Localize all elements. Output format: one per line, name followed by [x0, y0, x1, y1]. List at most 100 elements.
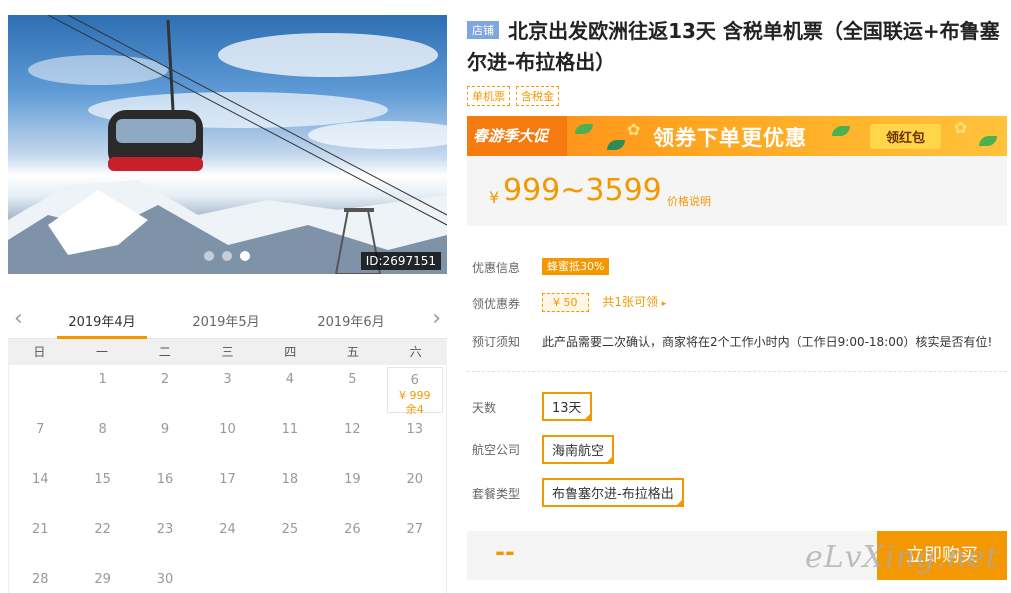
divider — [467, 371, 1007, 372]
calendar-day: 13 — [406, 422, 424, 437]
calendar-day-available[interactable]: 6 ¥ 999 余4 — [386, 367, 443, 416]
calendar-day: 2 — [160, 372, 170, 387]
calendar-day: 10 — [219, 422, 236, 437]
discount-badge: 蜂蜜抵30% — [542, 258, 610, 275]
weekday-label: 四 — [284, 345, 297, 359]
calendar-month-tab[interactable]: 2019年5月 — [176, 311, 276, 330]
package-option[interactable]: 布鲁塞尔进-布拉格出 — [542, 478, 684, 507]
weekday-label: 日 — [33, 345, 46, 359]
calendar-day: 25 — [281, 522, 299, 537]
caret-right-icon: ▸ — [661, 299, 667, 309]
coupon-claim-text: 共1张可领 — [602, 295, 658, 309]
days-option[interactable]: 13天 — [542, 392, 592, 421]
notice-label: 预订须知 — [472, 335, 521, 349]
slide-dot-1[interactable] — [204, 251, 214, 261]
calendar-month-tab[interactable]: 2019年6月 — [301, 311, 401, 330]
weekday-label: 三 — [221, 345, 234, 359]
leaf-decoration — [979, 136, 997, 146]
weekday-label: 二 — [158, 345, 171, 359]
calendar-day: 22 — [94, 522, 111, 537]
calendar-day: 16 — [156, 472, 174, 487]
airline-option[interactable]: 海南航空 — [542, 435, 615, 464]
calendar-month-tabs: ‹ 2019年4月 2019年5月 2019年6月 › — [8, 300, 447, 339]
calendar-day — [321, 565, 383, 593]
coupon-label: 领优惠券 — [472, 297, 521, 311]
cable-car-illustration — [8, 15, 447, 274]
calendar-day-number: 6 — [410, 373, 419, 388]
calendar-day: 4 — [285, 372, 295, 387]
calendar-day: 3 — [223, 372, 232, 387]
calendar-day — [259, 565, 321, 593]
chevron-right-icon[interactable]: › — [432, 306, 441, 331]
site-watermark: eLvXing.net — [805, 540, 999, 575]
departure-calendar: ‹ 2019年4月 2019年5月 2019年6月 › 日一二三四五六 1234… — [8, 300, 447, 593]
claim-red-packet-button[interactable]: 领红包 — [870, 124, 942, 149]
calendar-day: 28 — [31, 572, 49, 587]
chevron-left-icon[interactable]: ‹ — [14, 306, 23, 331]
discount-badge-wrap: 蜂蜜抵30% — [542, 258, 610, 275]
calendar-day: 14 — [31, 472, 49, 487]
slide-indicators — [204, 251, 250, 261]
calendar-day: 24 — [219, 522, 236, 537]
discount-label: 优惠信息 — [472, 261, 521, 275]
price-explanation-link[interactable]: 价格说明 — [667, 193, 711, 209]
coupon-row: ¥ 50 共1张可领 ▸ — [542, 293, 666, 312]
calendar-day: 1 — [98, 372, 107, 387]
slide-dot-3[interactable] — [240, 251, 250, 261]
calendar-day: 15 — [94, 472, 111, 487]
calendar-day: 18 — [281, 472, 299, 487]
flower-decoration: ✿ — [954, 118, 968, 137]
airline-label: 航空公司 — [472, 443, 521, 457]
coupon-ticket[interactable]: ¥ 50 — [542, 293, 589, 312]
coupon-claim-link[interactable]: 共1张可领 ▸ — [602, 295, 666, 309]
photo-id-label: ID:2697151 — [360, 252, 441, 270]
product-title: 北京出发欧洲往返13天 含税单机票（全国联运+布鲁塞尔进-布拉格出） — [467, 19, 1000, 74]
weekday-label: 六 — [409, 345, 422, 359]
product-tag: 单机票 — [467, 86, 510, 106]
calendar-day: 5 — [348, 372, 357, 387]
calendar-day: 29 — [94, 572, 111, 587]
calendar-day: 23 — [156, 522, 174, 537]
calendar-day: 26 — [344, 522, 361, 537]
calendar-day: 8 — [98, 422, 107, 437]
calendar-day: 20 — [406, 472, 424, 487]
product-photo[interactable]: ID:2697151 — [8, 15, 447, 274]
calendar-day: 12 — [344, 422, 361, 437]
price-currency: ¥ — [489, 188, 500, 207]
product-tag: 含税金 — [516, 86, 559, 106]
price-range: 999~3599 — [503, 173, 662, 208]
calendar-day: 17 — [219, 472, 236, 487]
selected-price: -- — [495, 538, 515, 566]
leaf-decoration — [575, 124, 593, 134]
calendar-day: 9 — [160, 422, 170, 437]
banner-campaign-label: 春游季大促 — [467, 116, 567, 156]
calendar-day-price: ¥ 999 — [399, 389, 431, 402]
calendar-day-grid: 1 2 3 4 5 6 ¥ 999 余4 7 8 9 10 11 12 13 14 15 16 17 18 19 20 21… — [8, 365, 447, 593]
weekday-label: 一 — [96, 345, 109, 359]
calendar-day: 19 — [344, 472, 361, 487]
calendar-day: 7 — [36, 422, 45, 437]
calendar-month-tab[interactable]: 2019年4月 — [52, 311, 152, 330]
active-month-indicator — [57, 336, 147, 339]
promo-banner[interactable]: 春游季大促 ✿ 领券下单更优惠 领红包 ✿ — [467, 116, 1007, 156]
package-label: 套餐类型 — [472, 487, 521, 501]
notice-text: 此产品需要二次确认，商家将在2个工作小时内（工作日9:00-18:00）核实是否… — [542, 335, 993, 349]
calendar-day: 30 — [156, 572, 174, 587]
leaf-decoration — [607, 140, 625, 150]
banner-headline: 领券下单更优惠 — [653, 126, 807, 150]
calendar-day: 11 — [281, 422, 299, 437]
product-tags: 单机票 含税金 — [467, 86, 559, 106]
flower-decoration: ✿ — [627, 120, 641, 139]
calendar-day — [384, 565, 446, 593]
price-box: ¥ 999~3599 价格说明 — [467, 156, 1007, 226]
calendar-day — [9, 365, 71, 415]
calendar-day: 27 — [406, 522, 424, 537]
product-title-block: 店铺 北京出发欧洲往返13天 含税单机票（全国联运+布鲁塞尔进-布拉格出） — [467, 16, 1007, 78]
leaf-decoration — [832, 126, 850, 136]
calendar-weekday-header: 日一二三四五六 — [8, 339, 447, 365]
weekday-label: 五 — [346, 345, 359, 359]
slide-dot-2[interactable] — [222, 251, 232, 261]
shop-tag: 店铺 — [467, 21, 499, 39]
days-label: 天数 — [472, 401, 497, 415]
calendar-day — [196, 565, 258, 593]
